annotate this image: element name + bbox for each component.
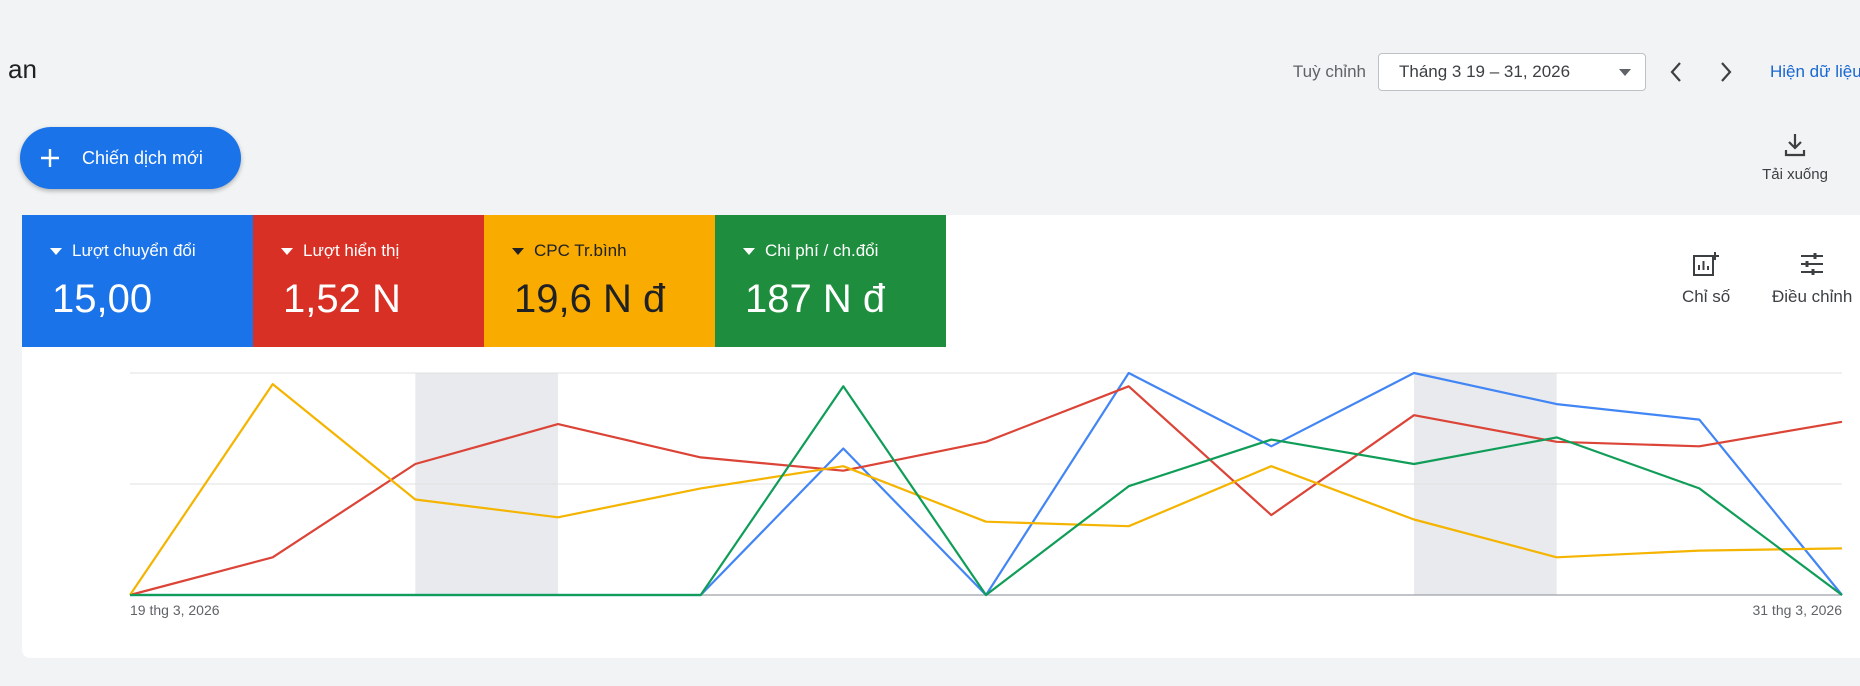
download-button[interactable]: Tải xuống <box>1750 132 1840 183</box>
x-tick-label-start: 19 thg 3, 2026 <box>130 602 220 618</box>
series-line-2 <box>129 383 1843 596</box>
plus-icon <box>40 148 60 168</box>
date-range-select[interactable]: Tháng 3 19 – 31, 2026 <box>1378 53 1646 91</box>
series-line-1 <box>129 385 1843 597</box>
chevron-right-icon <box>1721 62 1732 82</box>
download-icon <box>1784 134 1806 157</box>
show-data-link[interactable]: Hiện dữ liệu <box>1770 62 1860 82</box>
x-tick-label-end: 31 thg 3, 2026 <box>1752 602 1842 618</box>
performance-card: Lượt chuyển đổi 15,00 Lượt hiển thị 1,52… <box>22 215 1860 658</box>
chevron-down-icon <box>1619 68 1631 76</box>
new-campaign-label: Chiến dịch mới <box>82 147 203 168</box>
date-range-area: Tuỳ chỉnh Tháng 3 19 – 31, 2026 Hiện dữ … <box>1293 52 1860 92</box>
previous-period-button[interactable] <box>1656 52 1696 92</box>
new-campaign-button[interactable]: Chiến dịch mới <box>20 127 241 189</box>
date-range-value: Tháng 3 19 – 31, 2026 <box>1399 62 1571 81</box>
series-line-3 <box>130 385 1843 597</box>
performance-chart: 19 thg 3, 2026 31 thg 3, 2026 <box>129 371 1843 618</box>
page-title: an <box>8 54 37 84</box>
download-label: Tải xuống <box>1762 166 1828 183</box>
chevron-left-icon <box>1670 62 1681 82</box>
date-range-label: Tuỳ chỉnh <box>1292 62 1366 81</box>
next-period-button[interactable] <box>1706 52 1746 92</box>
